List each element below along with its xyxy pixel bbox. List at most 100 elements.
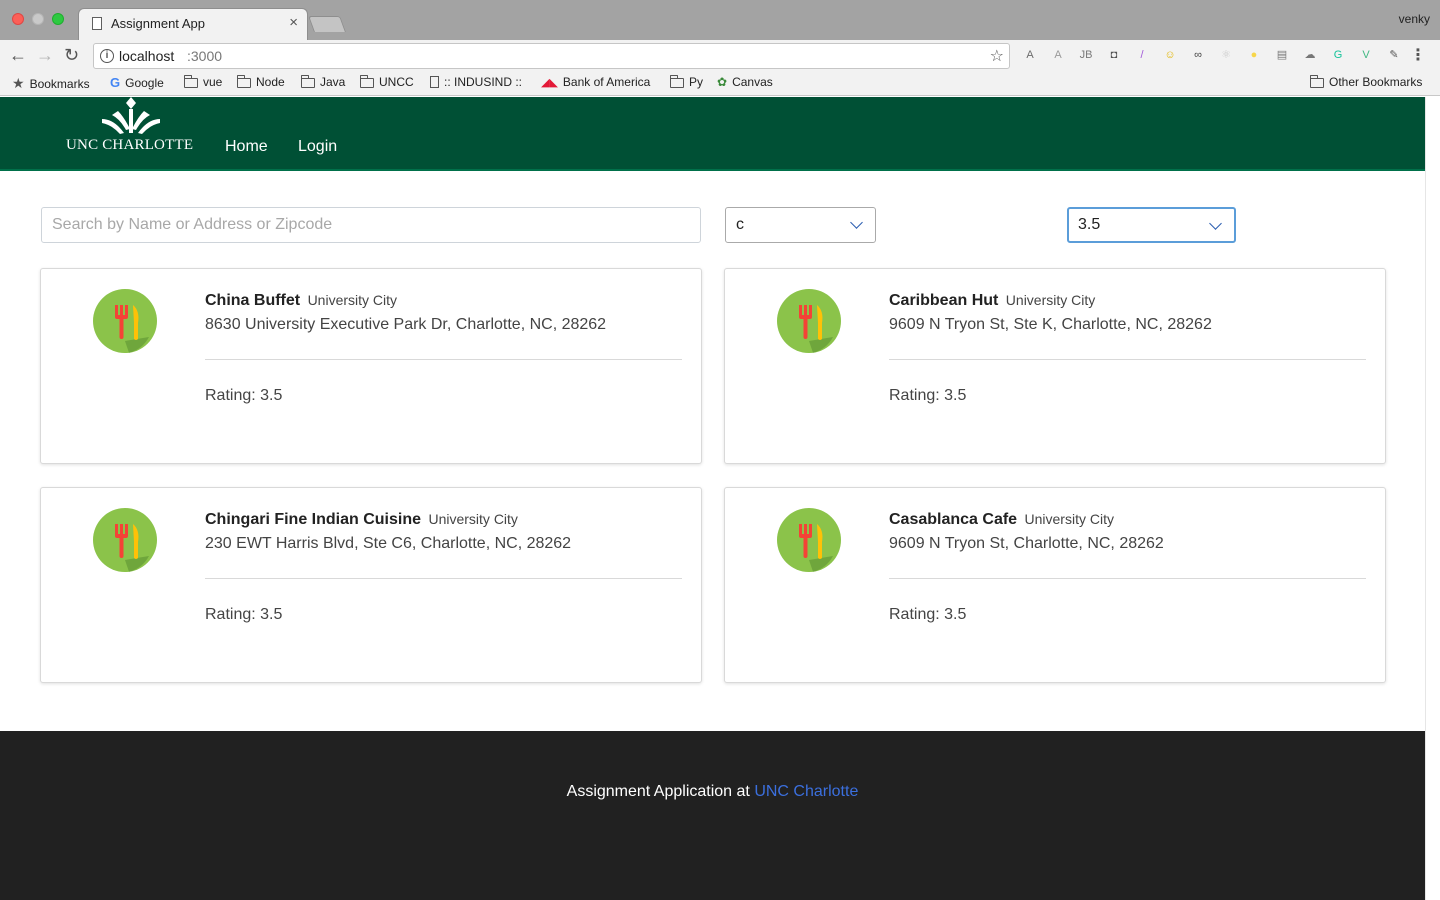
mask-ext-icon[interactable]: ∞: [1188, 46, 1208, 64]
bookmark-py[interactable]: Py: [670, 74, 703, 89]
minimize-window-button[interactable]: [32, 13, 44, 25]
site-navbar: UNC CHARLOTTE Home Login: [0, 97, 1425, 171]
restaurant-card[interactable]: China Buffet University City 8630 Univer…: [40, 268, 702, 464]
card-body: Casablanca Cafe University City 9609 N T…: [889, 511, 1366, 624]
wand-ext-icon[interactable]: ✎: [1384, 46, 1404, 64]
bookmark-google[interactable]: G Google: [110, 75, 164, 90]
feather-ext-icon[interactable]: /: [1132, 46, 1152, 64]
info-icon[interactable]: i: [100, 49, 114, 63]
footer-label: Assignment Application at: [566, 783, 755, 800]
page-scrollbar[interactable]: [1425, 97, 1440, 900]
site-footer: Assignment Application at UNC Charlotte: [0, 731, 1425, 900]
boa-icon: ◢◣: [541, 76, 558, 89]
bookmark-bank-of-america[interactable]: ◢◣ Bank of America: [541, 75, 650, 89]
divider: [205, 578, 682, 579]
bookmark-indusind[interactable]: :: INDUSIND ::: [430, 75, 522, 89]
bookmark-uncc[interactable]: UNCC: [360, 74, 414, 89]
sun-ext-icon[interactable]: ●: [1244, 46, 1264, 64]
profile-name[interactable]: venky: [1399, 12, 1430, 26]
rating-select[interactable]: 3.5: [1067, 207, 1236, 243]
footer-unc-charlotte-link[interactable]: UNC Charlotte: [754, 783, 858, 800]
nav-home-link[interactable]: Home: [225, 138, 268, 156]
jb-ext-icon[interactable]: JB: [1076, 46, 1096, 64]
restaurant-name: Casablanca Cafe: [889, 511, 1018, 528]
chevron-down-icon: [850, 216, 863, 229]
tab-close-icon[interactable]: ×: [289, 14, 298, 31]
restaurant-card[interactable]: Casablanca Cafe University City 9609 N T…: [724, 487, 1386, 683]
search-input[interactable]: [41, 207, 701, 243]
restaurant-rating: Rating: 3.5: [205, 606, 283, 623]
restaurant-card[interactable]: Chingari Fine Indian Cuisine University …: [40, 487, 702, 683]
folder-icon: [1310, 74, 1324, 88]
google-icon: G: [110, 75, 121, 90]
folder-icon: [301, 74, 315, 88]
cloud-ext-icon[interactable]: ☁: [1300, 46, 1320, 64]
lock-ext-icon[interactable]: ◘: [1104, 46, 1124, 64]
restaurant-address: 8630 University Executive Park Dr, Charl…: [205, 316, 607, 333]
canvas-icon: ✿: [717, 75, 728, 89]
restaurant-rating: Rating: 3.5: [205, 387, 283, 404]
folder-icon: [184, 74, 198, 88]
card-body: Chingari Fine Indian Cuisine University …: [205, 511, 682, 624]
back-icon[interactable]: ←: [9, 44, 27, 66]
vue-ext-icon[interactable]: V: [1356, 46, 1376, 64]
bookmark-star-icon[interactable]: ☆: [990, 46, 1004, 66]
restaurant-icon: [93, 289, 157, 353]
restaurant-area: University City: [1024, 511, 1114, 527]
star-icon: ★: [12, 75, 25, 91]
crown-logo-icon: [102, 97, 160, 134]
new-tab-button[interactable]: [308, 16, 346, 32]
footer-text: Assignment Application at UNC Charlotte: [0, 783, 1425, 801]
react-ext-icon[interactable]: ⚛: [1216, 46, 1236, 64]
page-icon: [430, 76, 439, 88]
restaurant-area: University City: [307, 292, 398, 308]
grammarly-ext-icon[interactable]: G: [1328, 46, 1348, 64]
forward-icon[interactable]: →: [36, 44, 54, 66]
bookmark-bookmarks[interactable]: ★ Bookmarks: [12, 75, 90, 92]
divider: [889, 359, 1366, 360]
url-host: localhost: [119, 48, 175, 64]
maximize-window-button[interactable]: [52, 13, 64, 25]
restaurant-address: 9609 N Tryon St, Ste K, Charlotte, NC, 2…: [889, 316, 1212, 333]
restaurant-rating: Rating: 3.5: [889, 606, 967, 623]
bookmark-vue[interactable]: vue: [184, 74, 222, 89]
restaurant-card[interactable]: Caribbean Hut University City 9609 N Try…: [724, 268, 1386, 464]
bookmark-node[interactable]: Node: [237, 74, 285, 89]
browser-menu-icon[interactable]: ⋮: [1410, 45, 1426, 65]
url-port: :3000: [187, 48, 223, 64]
shield-ext-icon[interactable]: A: [1020, 46, 1040, 64]
folder-icon: [360, 74, 374, 88]
divider: [205, 359, 682, 360]
close-window-button[interactable]: [12, 13, 24, 25]
window-ext-icon[interactable]: ▤: [1272, 46, 1292, 64]
page-content: UNC CHARLOTTE Home Login c 3.5 China Buf…: [0, 97, 1425, 900]
card-body: Caribbean Hut University City 9609 N Try…: [889, 292, 1366, 405]
restaurant-address: 230 EWT Harris Blvd, Ste C6, Charlotte, …: [205, 535, 572, 552]
browser-toolbar: ← → ↻ i localhost :3000 ☆ A A JB ◘ / ☺ ∞ ⚛ ● ▤ ☁ G V…: [0, 40, 1440, 72]
restaurant-name: China Buffet: [205, 292, 301, 309]
browser-tab-bar: Assignment App × venky: [0, 0, 1440, 40]
reload-icon[interactable]: ↻: [64, 44, 79, 66]
category-select-value: c: [736, 216, 744, 233]
browser-tab-active[interactable]: Assignment App ×: [78, 8, 308, 40]
angular-ext-icon[interactable]: A: [1048, 46, 1068, 64]
address-bar[interactable]: i localhost :3000 ☆: [93, 43, 1010, 69]
card-body: China Buffet University City 8630 Univer…: [205, 292, 682, 405]
chevron-down-icon: [1209, 217, 1222, 230]
people-ext-icon[interactable]: ☺: [1160, 46, 1180, 64]
bookmark-canvas[interactable]: ✿ Canvas: [717, 75, 773, 89]
divider: [889, 578, 1366, 579]
other-bookmarks[interactable]: Other Bookmarks: [1310, 74, 1422, 89]
unc-charlotte-logo[interactable]: UNC CHARLOTTE: [66, 97, 196, 167]
folder-icon: [237, 74, 251, 88]
restaurant-icon: [93, 508, 157, 572]
restaurant-area: University City: [1005, 292, 1096, 308]
restaurant-area: University City: [428, 511, 518, 527]
category-select[interactable]: c: [725, 207, 876, 243]
page-icon: [92, 17, 102, 30]
bookmark-java[interactable]: Java: [301, 74, 345, 89]
bookmarks-bar: ★ Bookmarks G Google vue Node Java UNCC …: [0, 72, 1440, 96]
restaurant-name: Chingari Fine Indian Cuisine: [205, 511, 422, 528]
nav-login-link[interactable]: Login: [298, 138, 337, 156]
restaurant-name: Caribbean Hut: [889, 292, 999, 309]
